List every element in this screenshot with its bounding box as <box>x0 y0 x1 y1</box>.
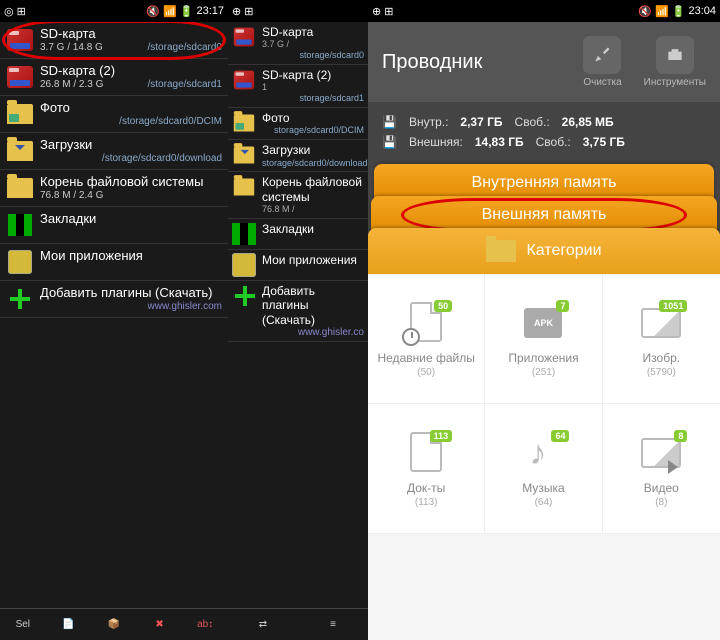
clean-button[interactable]: Очистка <box>583 36 621 88</box>
menu-button[interactable]: ≡ <box>319 611 347 639</box>
pack-button[interactable]: 📦 <box>100 611 128 639</box>
sd-card-icon <box>7 66 33 88</box>
cat-music[interactable]: 64 Музыка (64) <box>485 404 602 534</box>
list-item[interactable]: Фотоstorage/sdcard0/DCIM <box>228 108 368 140</box>
list-item[interactable]: Загрузкиstorage/sdcard0/download <box>228 140 368 172</box>
folder-root-icon <box>7 178 33 198</box>
conductor-app: ⊕ ⊞ 🔇 📶 🔋23:04 Проводник Очистка Инструм… <box>368 0 720 640</box>
plus-icon <box>232 283 256 309</box>
folder-root-icon <box>234 179 254 196</box>
clock: 23:04 <box>688 5 716 17</box>
tc-panel-left: ◎ ⊞ 🔇 📶 🔋 23:17 SD-карта 3.7 G / 14.8 G/… <box>0 0 228 640</box>
apk-icon: APK <box>524 308 562 338</box>
cat-video[interactable]: 8 Видео (8) <box>603 404 720 534</box>
sd-card-icon <box>234 71 254 90</box>
cat-apps[interactable]: APK7 Приложения (251) <box>485 274 602 404</box>
folder-photo-icon <box>7 104 33 124</box>
list-item[interactable]: Мои приложения <box>0 244 228 281</box>
folder-download-icon <box>234 147 254 164</box>
app-icon: ⊞ <box>17 5 26 18</box>
list-item[interactable]: Добавить плагины (Скачать)www.ghisler.co <box>228 281 368 342</box>
delete-button[interactable]: ✖ <box>146 611 174 639</box>
clock-icon <box>402 328 420 346</box>
app-title: Проводник <box>382 51 482 74</box>
copy-button[interactable]: 📄 <box>54 611 82 639</box>
toolbar: Sel 📄 📦 ✖ ab↕ <box>0 608 228 640</box>
app-header: Проводник Очистка Инструменты <box>368 22 720 102</box>
tab-categories[interactable]: Категории <box>368 228 720 274</box>
bookmark-icon <box>8 214 32 236</box>
sd-card-icon <box>234 28 254 47</box>
folder-download-icon <box>7 141 33 161</box>
apps-icon <box>8 250 32 274</box>
category-grid: 50 Недавние файлы (50) APK7 Приложения (… <box>368 274 720 534</box>
list-item[interactable]: Корень файловой системы76.8 M / <box>228 172 368 219</box>
mute-icon: 🔇 <box>146 5 160 18</box>
storage-tabs: Внутренняя память Внешняя память Категор… <box>368 162 720 274</box>
storage-info: 💾 Внутр.: 2,37 ГБ Своб.: 26,85 МБ 💾 Внеш… <box>368 102 720 162</box>
plus-icon <box>7 286 33 312</box>
list-item[interactable]: Добавить плагины (Скачать) www.ghisler.c… <box>0 281 228 318</box>
select-button[interactable]: Sel <box>9 611 37 639</box>
cat-docs[interactable]: 113 Док-ты (113) <box>368 404 485 534</box>
list-item[interactable]: SD-карта (2)1storage/sdcard1 <box>228 65 368 108</box>
item-title: SD-карта <box>40 26 222 42</box>
broom-icon <box>583 36 621 74</box>
list-item[interactable]: SD-карта3.7 G /storage/sdcard0 <box>228 22 368 65</box>
toolbox-icon <box>656 36 694 74</box>
list-item[interactable]: SD-карта 3.7 G / 14.8 G/storage/sdcard0 <box>0 22 228 59</box>
battery-icon: 🔋 <box>180 5 194 18</box>
file-list[interactable]: SD-карта 3.7 G / 14.8 G/storage/sdcard0 … <box>0 22 228 608</box>
viber-icon: ◎ <box>4 5 14 18</box>
apps-icon <box>232 253 256 277</box>
sort-button[interactable]: ab↕ <box>191 611 219 639</box>
status-bar: ⊕ ⊞ <box>228 0 368 22</box>
list-item[interactable]: Корень файловой системы 76.8 M / 2.4 G <box>0 170 228 207</box>
list-item[interactable]: Фото /storage/sdcard0/DCIM <box>0 96 228 133</box>
folder-icon <box>486 240 516 262</box>
cat-recent[interactable]: 50 Недавние файлы (50) <box>368 274 485 404</box>
cat-images[interactable]: 1051 Изобр. (5790) <box>603 274 720 404</box>
list-item[interactable]: Мои приложения <box>228 250 368 281</box>
list-item[interactable]: SD-карта (2) 26.8 M / 2.3 G/storage/sdca… <box>0 59 228 96</box>
clock: 23:17 <box>196 5 224 17</box>
file-list[interactable]: SD-карта3.7 G /storage/sdcard0 SD-карта … <box>228 22 368 608</box>
wifi-icon: 📶 <box>163 5 177 18</box>
tools-button[interactable]: Инструменты <box>644 36 706 88</box>
play-icon <box>668 460 685 474</box>
toolbar: ⇄ ≡ <box>228 608 368 640</box>
list-item[interactable]: Закладки <box>228 219 368 250</box>
status-bar: ⊕ ⊞ 🔇 📶 🔋23:04 <box>368 0 720 22</box>
image-icon <box>641 308 681 338</box>
swap-button[interactable]: ⇄ <box>249 611 277 639</box>
list-item[interactable]: Загрузки /storage/sdcard0/download <box>0 133 228 170</box>
sd-card-icon <box>7 29 33 51</box>
list-item[interactable]: Закладки <box>0 207 228 244</box>
folder-photo-icon <box>234 114 254 131</box>
bookmark-icon <box>232 223 256 245</box>
status-bar: ◎ ⊞ 🔇 📶 🔋 23:17 <box>0 0 228 22</box>
tc-panel-right: ⊕ ⊞ SD-карта3.7 G /storage/sdcard0 SD-ка… <box>228 0 368 640</box>
